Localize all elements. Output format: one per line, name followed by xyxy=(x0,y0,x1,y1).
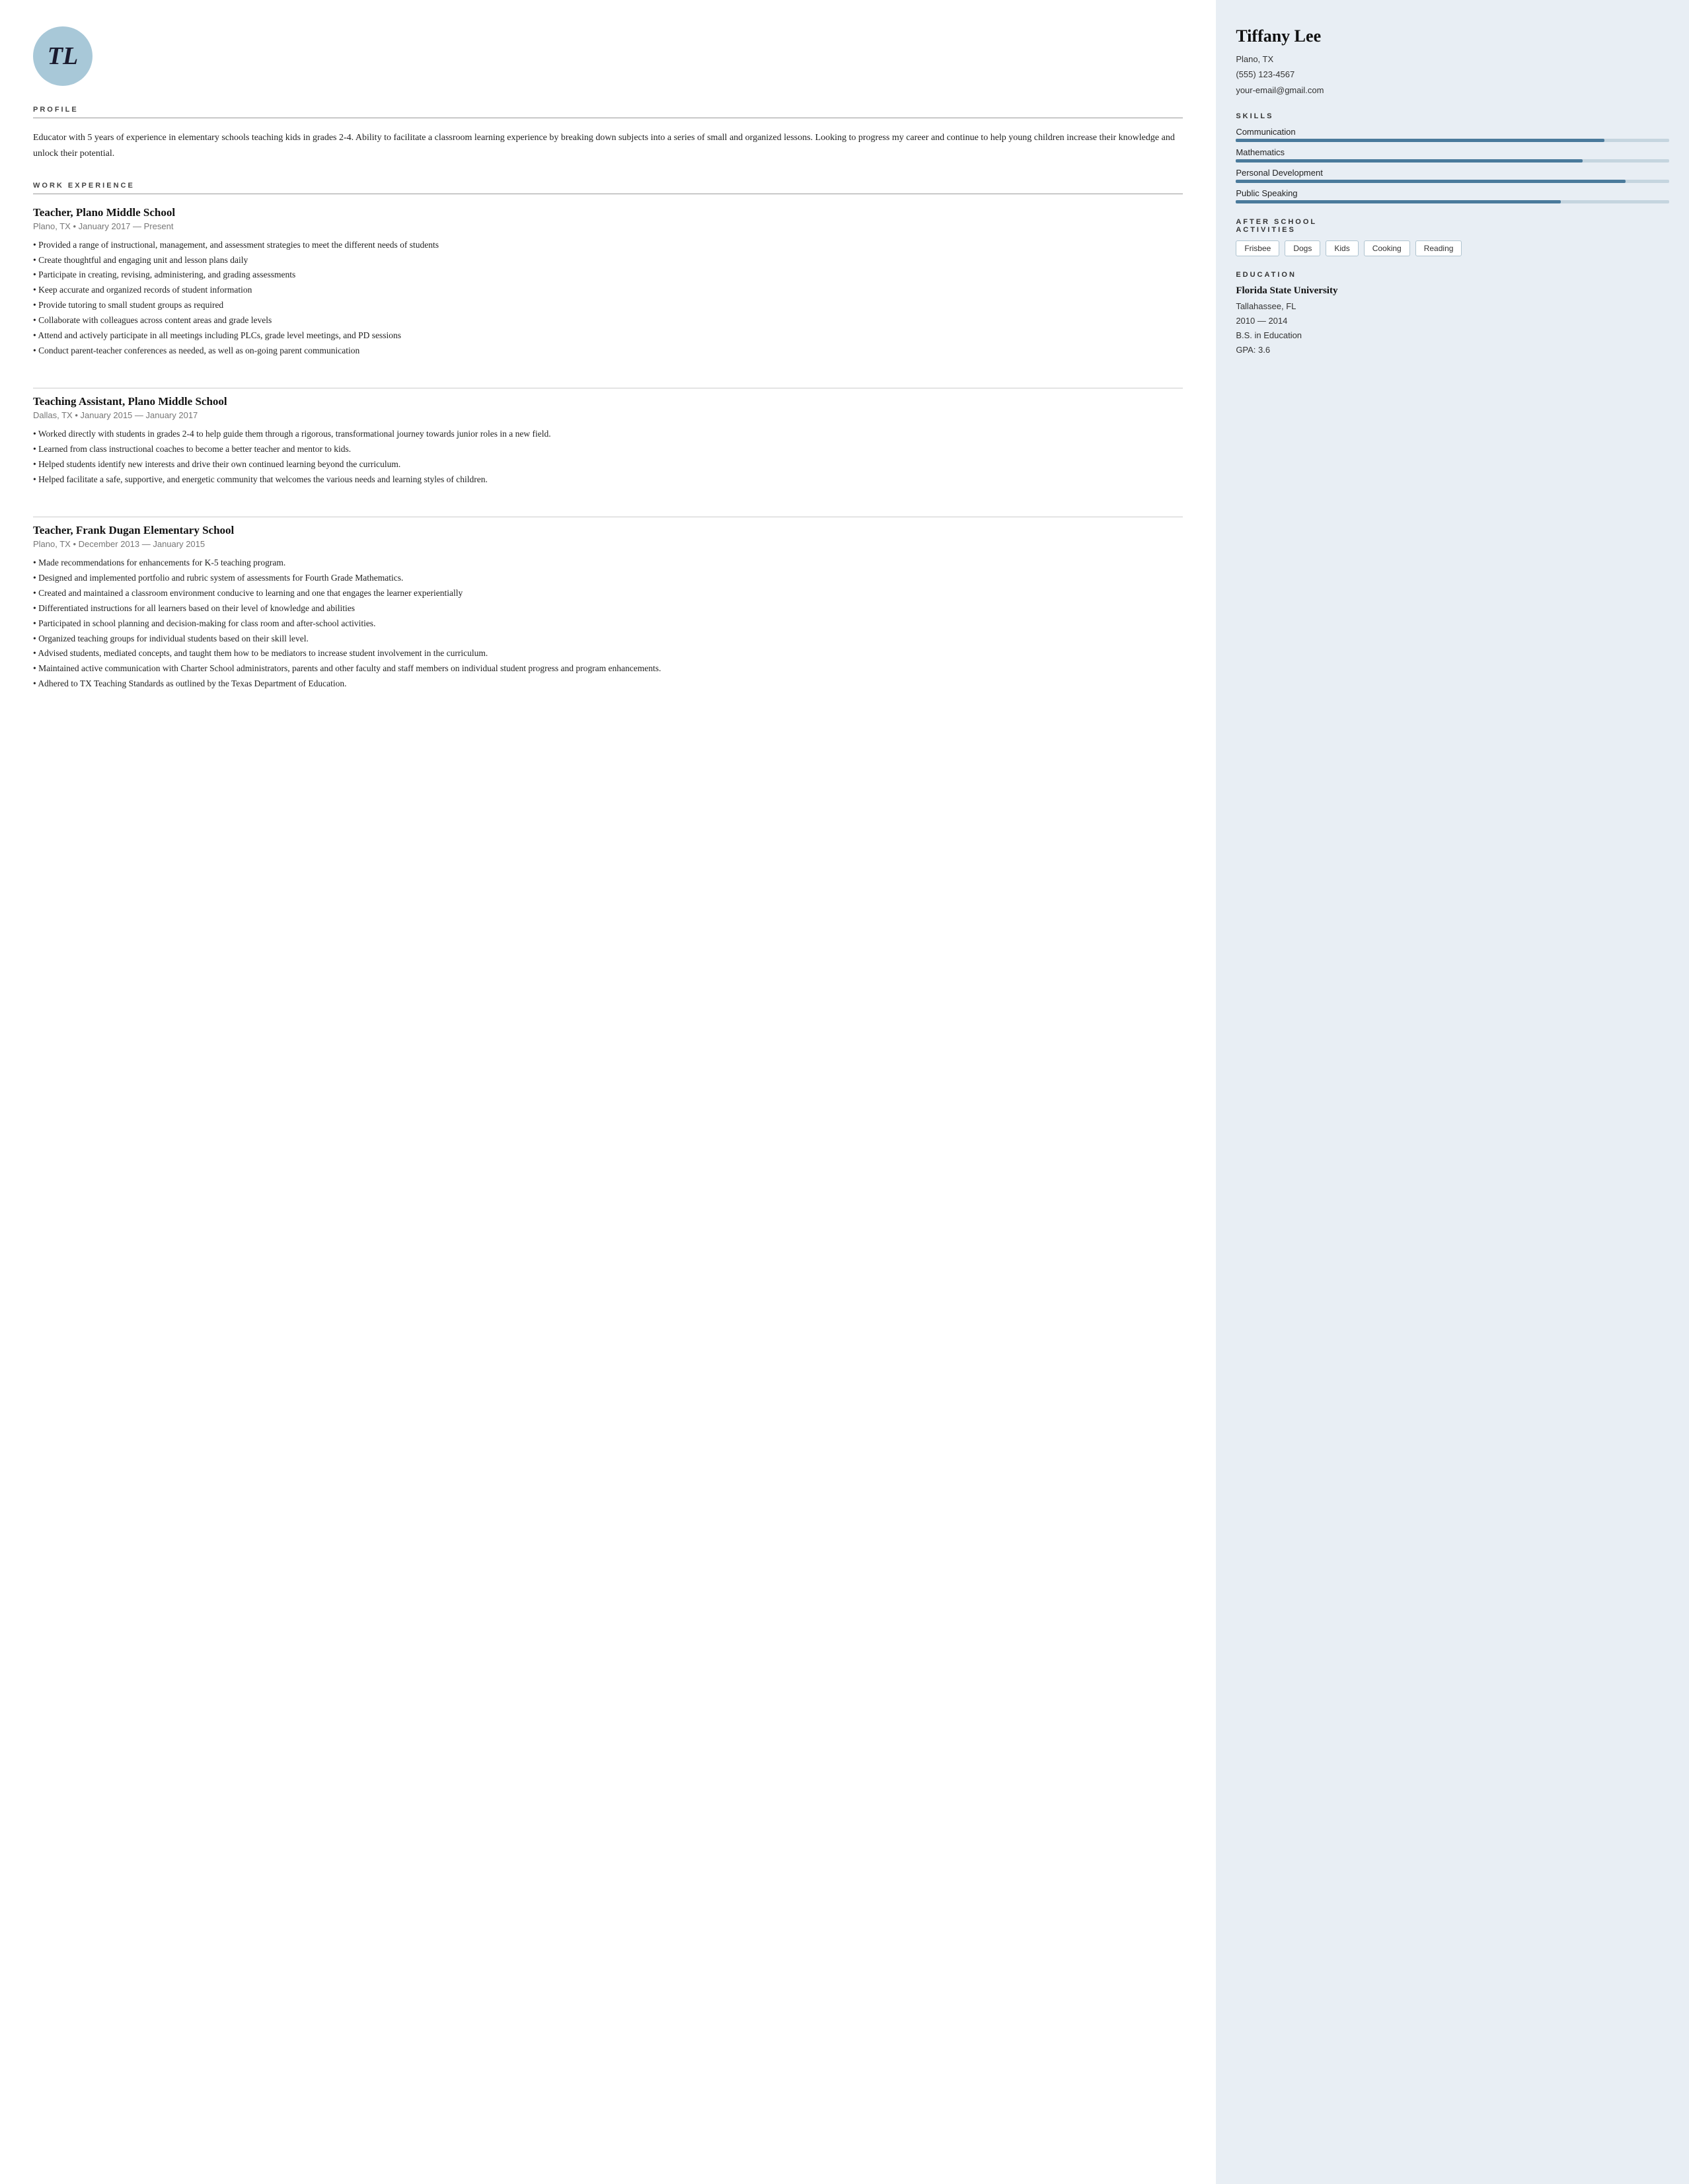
skill-name: Mathematics xyxy=(1236,147,1669,157)
activity-tag: Cooking xyxy=(1364,240,1410,256)
job-bullets: • Worked directly with students in grade… xyxy=(33,427,1183,488)
jobs-container: Teacher, Plano Middle School Plano, TX • … xyxy=(33,206,1183,721)
skill-bar-fill xyxy=(1236,200,1561,203)
bullet-item: • Learned from class instructional coach… xyxy=(33,442,1183,457)
job-meta: Plano, TX • December 2013 — January 2015 xyxy=(33,539,1183,549)
bullet-item: • Attend and actively participate in all… xyxy=(33,328,1183,344)
skills-section: Skills Communication Mathematics Personal … xyxy=(1236,112,1669,203)
skill-name: Communication xyxy=(1236,127,1669,137)
logo-initials: TL xyxy=(48,42,78,71)
skill-item: Personal Development xyxy=(1236,168,1669,183)
job-title: Teaching Assistant, Plano Middle School xyxy=(33,395,1183,408)
skill-bar-bg xyxy=(1236,200,1669,203)
skill-bar-fill xyxy=(1236,139,1604,142)
bullet-item: • Created and maintained a classroom env… xyxy=(33,586,1183,601)
edu-gpa: GPA: 3.6 xyxy=(1236,343,1669,357)
skills-container: Communication Mathematics Personal Develop… xyxy=(1236,127,1669,203)
profile-section-label: Profile xyxy=(33,106,1183,114)
edu-years: 2010 — 2014 xyxy=(1236,314,1669,328)
activities-label: After SchoolActivities xyxy=(1236,218,1669,234)
job-meta: Plano, TX • January 2017 — Present xyxy=(33,221,1183,231)
bullet-item: • Participated in school planning and de… xyxy=(33,616,1183,632)
bullet-item: • Advised students, mediated concepts, a… xyxy=(33,646,1183,661)
contact-city: Plano, TX xyxy=(1236,52,1669,67)
work-experience-header: Work Experience xyxy=(33,182,1183,194)
job-block: Teaching Assistant, Plano Middle School D… xyxy=(33,395,1183,517)
logo-circle: TL xyxy=(33,26,93,86)
activities-section: After SchoolActivities Frisbee Dogs Kids Co… xyxy=(1236,218,1669,256)
skill-bar-fill xyxy=(1236,159,1583,163)
skill-item: Mathematics xyxy=(1236,147,1669,163)
contact-email: your-email@gmail.com xyxy=(1236,83,1669,98)
activities-container: Frisbee Dogs Kids Cooking Reading xyxy=(1236,240,1669,256)
main-content: TL Profile Educator with 5 years of expe… xyxy=(0,0,1216,2184)
job-meta: Dallas, TX • January 2015 — January 2017 xyxy=(33,410,1183,420)
bullet-item: • Participate in creating, revising, adm… xyxy=(33,268,1183,283)
education-label: Education xyxy=(1236,271,1669,279)
job-title: Teacher, Plano Middle School xyxy=(33,206,1183,219)
edu-details: Tallahassee, FL 2010 — 2014 B.S. in Educ… xyxy=(1236,299,1669,357)
job-bullets: • Made recommendations for enhancements … xyxy=(33,556,1183,692)
bullet-item: • Provided a range of instructional, man… xyxy=(33,238,1183,253)
skill-item: Public Speaking xyxy=(1236,188,1669,203)
bullet-item: • Made recommendations for enhancements … xyxy=(33,556,1183,571)
activity-tag: Dogs xyxy=(1285,240,1320,256)
bullet-item: • Helped students identify new interests… xyxy=(33,457,1183,472)
bullet-item: • Worked directly with students in grade… xyxy=(33,427,1183,442)
bullet-item: • Differentiated instructions for all le… xyxy=(33,601,1183,616)
work-experience-label: Work Experience xyxy=(33,182,1183,190)
skill-name: Personal Development xyxy=(1236,168,1669,178)
job-title: Teacher, Frank Dugan Elementary School xyxy=(33,524,1183,537)
bullet-item: • Collaborate with colleagues across con… xyxy=(33,313,1183,328)
skill-bar-fill xyxy=(1236,180,1626,183)
edu-school: Florida State University xyxy=(1236,285,1669,297)
job-block: Teacher, Plano Middle School Plano, TX • … xyxy=(33,206,1183,389)
activity-tag: Kids xyxy=(1326,240,1358,256)
sidebar-contact: Plano, TX (555) 123-4567 your-email@gmai… xyxy=(1236,52,1669,98)
edu-degree: B.S. in Education xyxy=(1236,328,1669,343)
bullet-item: • Helped facilitate a safe, supportive, … xyxy=(33,472,1183,488)
bullet-item: • Designed and implemented portfolio and… xyxy=(33,571,1183,586)
profile-text: Educator with 5 years of experience in e… xyxy=(33,130,1183,162)
activity-tag: Reading xyxy=(1415,240,1462,256)
bullet-item: • Organized teaching groups for individu… xyxy=(33,632,1183,647)
bullet-item: • Keep accurate and organized records of… xyxy=(33,283,1183,298)
education-section: Education Florida State University Talla… xyxy=(1236,271,1669,357)
bullet-item: • Conduct parent-teacher conferences as … xyxy=(33,344,1183,359)
sidebar-name: Tiffany Lee xyxy=(1236,26,1669,46)
bullet-item: • Create thoughtful and engaging unit an… xyxy=(33,253,1183,268)
skill-bar-bg xyxy=(1236,159,1669,163)
job-bullets: • Provided a range of instructional, man… xyxy=(33,238,1183,359)
skills-label: Skills xyxy=(1236,112,1669,120)
edu-city: Tallahassee, FL xyxy=(1236,299,1669,314)
skill-bar-bg xyxy=(1236,139,1669,142)
bullet-item: • Maintained active communication with C… xyxy=(33,661,1183,676)
bullet-item: • Adhered to TX Teaching Standards as ou… xyxy=(33,676,1183,692)
job-block: Teacher, Frank Dugan Elementary School Pl… xyxy=(33,524,1183,721)
bullet-item: • Provide tutoring to small student grou… xyxy=(33,298,1183,313)
activity-tag: Frisbee xyxy=(1236,240,1279,256)
skill-bar-bg xyxy=(1236,180,1669,183)
skill-item: Communication xyxy=(1236,127,1669,142)
contact-phone: (555) 123-4567 xyxy=(1236,67,1669,82)
sidebar: Tiffany Lee Plano, TX (555) 123-4567 you… xyxy=(1216,0,1689,2184)
skill-name: Public Speaking xyxy=(1236,188,1669,198)
